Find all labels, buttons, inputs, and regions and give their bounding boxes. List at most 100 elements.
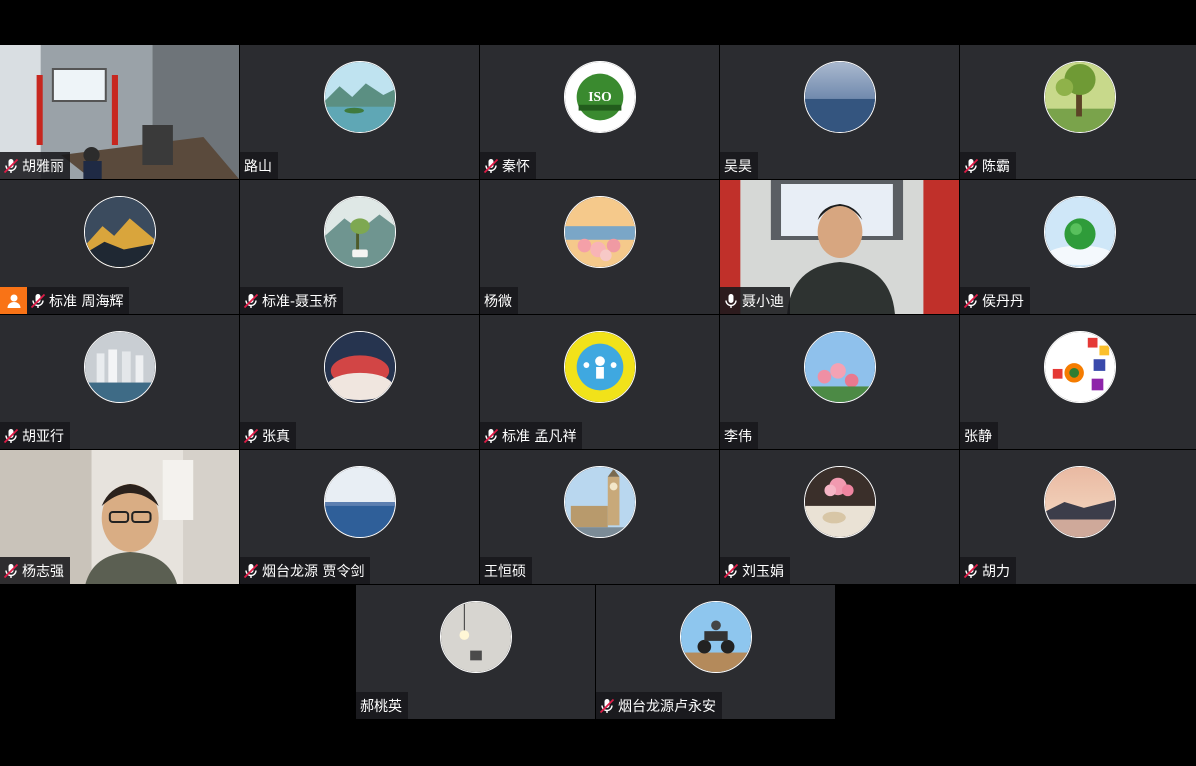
participant-tile[interactable]: 郝桃英 (356, 585, 595, 719)
big-ben-icon (564, 466, 636, 538)
participant-tile[interactable]: 张静 (960, 315, 1196, 449)
participant-name: 张真 (262, 428, 290, 445)
participant-tile[interactable]: 刘玉娟 (720, 450, 959, 584)
pink-flowers-icon (804, 331, 876, 403)
participant-tile[interactable]: 烟台龙源 贾令剑 (240, 450, 479, 584)
participant-name: 胡雅丽 (22, 158, 64, 175)
pendant-lamp-icon (440, 601, 512, 673)
mic-muted-icon (962, 157, 980, 175)
mic-muted-icon (2, 562, 20, 580)
participant-name-label: 标准 周海辉 (27, 287, 130, 314)
people-circle-icon (564, 331, 636, 403)
participant-name-label: 陈霸 (960, 152, 1016, 179)
participant-tile[interactable]: 标准-聂玉桥 (240, 180, 479, 314)
participant-tile[interactable]: 聂小迪 (720, 180, 959, 314)
mic-muted-icon (2, 157, 20, 175)
participant-name-label: 刘玉娟 (720, 557, 790, 584)
participant-name-label: 胡亚行 (0, 422, 70, 449)
participant-name: 胡亚行 (22, 428, 64, 445)
participant-name: 李伟 (724, 428, 752, 445)
participant-name: 侯丹丹 (982, 293, 1024, 310)
participant-tile[interactable]: 王恒硕 (480, 450, 719, 584)
green-planet-icon (1044, 196, 1116, 268)
participant-tile[interactable]: 杨志强 (0, 450, 239, 584)
participant-name-label: 标准 孟凡祥 (480, 422, 583, 449)
blue-sky-icon (804, 61, 876, 133)
participant-name: 张静 (964, 428, 992, 445)
colorful-mosaic-icon (1044, 331, 1116, 403)
participant-tile[interactable]: 胡雅丽 (0, 45, 239, 179)
mic-muted-icon (242, 427, 260, 445)
participant-name: 陈霸 (982, 158, 1010, 175)
mic-muted-icon (242, 292, 260, 310)
participant-name-label: 烟台龙源 贾令剑 (240, 557, 371, 584)
participant-name: 标准 孟凡祥 (502, 428, 577, 445)
participant-name-label: 侯丹丹 (960, 287, 1030, 314)
participant-name-label: 杨志强 (0, 557, 70, 584)
participant-name: 路山 (244, 158, 272, 175)
participant-tile[interactable]: 侯丹丹 (960, 180, 1196, 314)
participant-name-label: 张静 (960, 422, 998, 449)
mic-muted-icon (598, 697, 616, 715)
participant-name: 王恒硕 (484, 563, 526, 580)
mic-muted-icon (482, 427, 500, 445)
participant-tile[interactable]: 陈霸 (960, 45, 1196, 179)
mic-muted-icon (962, 562, 980, 580)
participant-name-label: 烟台龙源卢永安 (596, 692, 722, 719)
flower-vase-icon (804, 466, 876, 538)
iso-certification-icon: ISO (564, 61, 636, 133)
participant-tile[interactable]: 胡力 (960, 450, 1196, 584)
mic-icon (722, 292, 740, 310)
mic-muted-icon (2, 427, 20, 445)
participant-name: 杨微 (484, 293, 512, 310)
participant-name-label: 吴昊 (720, 152, 758, 179)
participant-name: 烟台龙源卢永安 (618, 698, 716, 715)
participant-name: 标准 周海辉 (49, 293, 124, 310)
participant-name: 标准-聂玉桥 (262, 293, 338, 310)
tree-landscape-icon (1044, 61, 1116, 133)
participant-tile[interactable]: 张真 (240, 315, 479, 449)
bonsai-mountain-icon (324, 196, 396, 268)
city-towers-icon (84, 331, 156, 403)
red-cloud-icon (324, 331, 396, 403)
participant-name: 吴昊 (724, 158, 752, 175)
golden-mountain-icon (84, 196, 156, 268)
mic-muted-icon (242, 562, 260, 580)
participant-tile[interactable]: 吴昊 (720, 45, 959, 179)
participant-name-label: 胡力 (960, 557, 1016, 584)
participant-name: 秦怀 (502, 158, 530, 175)
participant-name-label: 李伟 (720, 422, 758, 449)
mic-muted-icon (29, 292, 47, 310)
lake-landscape-icon (324, 61, 396, 133)
participant-name-label: 标准-聂玉桥 (240, 287, 344, 314)
participant-tile[interactable]: ISO 秦怀 (480, 45, 719, 179)
mic-muted-icon (482, 157, 500, 175)
participant-name: 郝桃英 (360, 698, 402, 715)
participant-name-label: 郝桃英 (356, 692, 408, 719)
participant-name-label: 王恒硕 (480, 557, 532, 584)
participant-name-label: 杨微 (480, 287, 518, 314)
participant-name: 聂小迪 (742, 293, 784, 310)
participant-name-label: 秦怀 (480, 152, 536, 179)
mic-muted-icon (722, 562, 740, 580)
sea-horizon-icon (324, 466, 396, 538)
participant-tile[interactable]: 标准 孟凡祥 (480, 315, 719, 449)
mic-muted-icon (962, 292, 980, 310)
svg-text:ISO: ISO (588, 89, 611, 104)
participant-tile[interactable]: 杨微 (480, 180, 719, 314)
participant-tile[interactable]: 李伟 (720, 315, 959, 449)
participant-tile[interactable]: 胡亚行 (0, 315, 239, 449)
participant-name-label: 路山 (240, 152, 278, 179)
participant-name-label: 张真 (240, 422, 296, 449)
host-person-icon (0, 287, 27, 314)
participant-name-label: 胡雅丽 (0, 152, 70, 179)
participant-tile[interactable]: 路山 (240, 45, 479, 179)
participant-name: 杨志强 (22, 563, 64, 580)
participant-name-label: 聂小迪 (720, 287, 790, 314)
participant-name: 烟台龙源 贾令剑 (262, 563, 365, 580)
participant-name: 胡力 (982, 563, 1010, 580)
sunset-mountain-icon (1044, 466, 1116, 538)
participant-tile[interactable]: 标准 周海辉 (0, 180, 239, 314)
participant-tile[interactable]: 烟台龙源卢永安 (596, 585, 835, 719)
atv-rider-icon (680, 601, 752, 673)
